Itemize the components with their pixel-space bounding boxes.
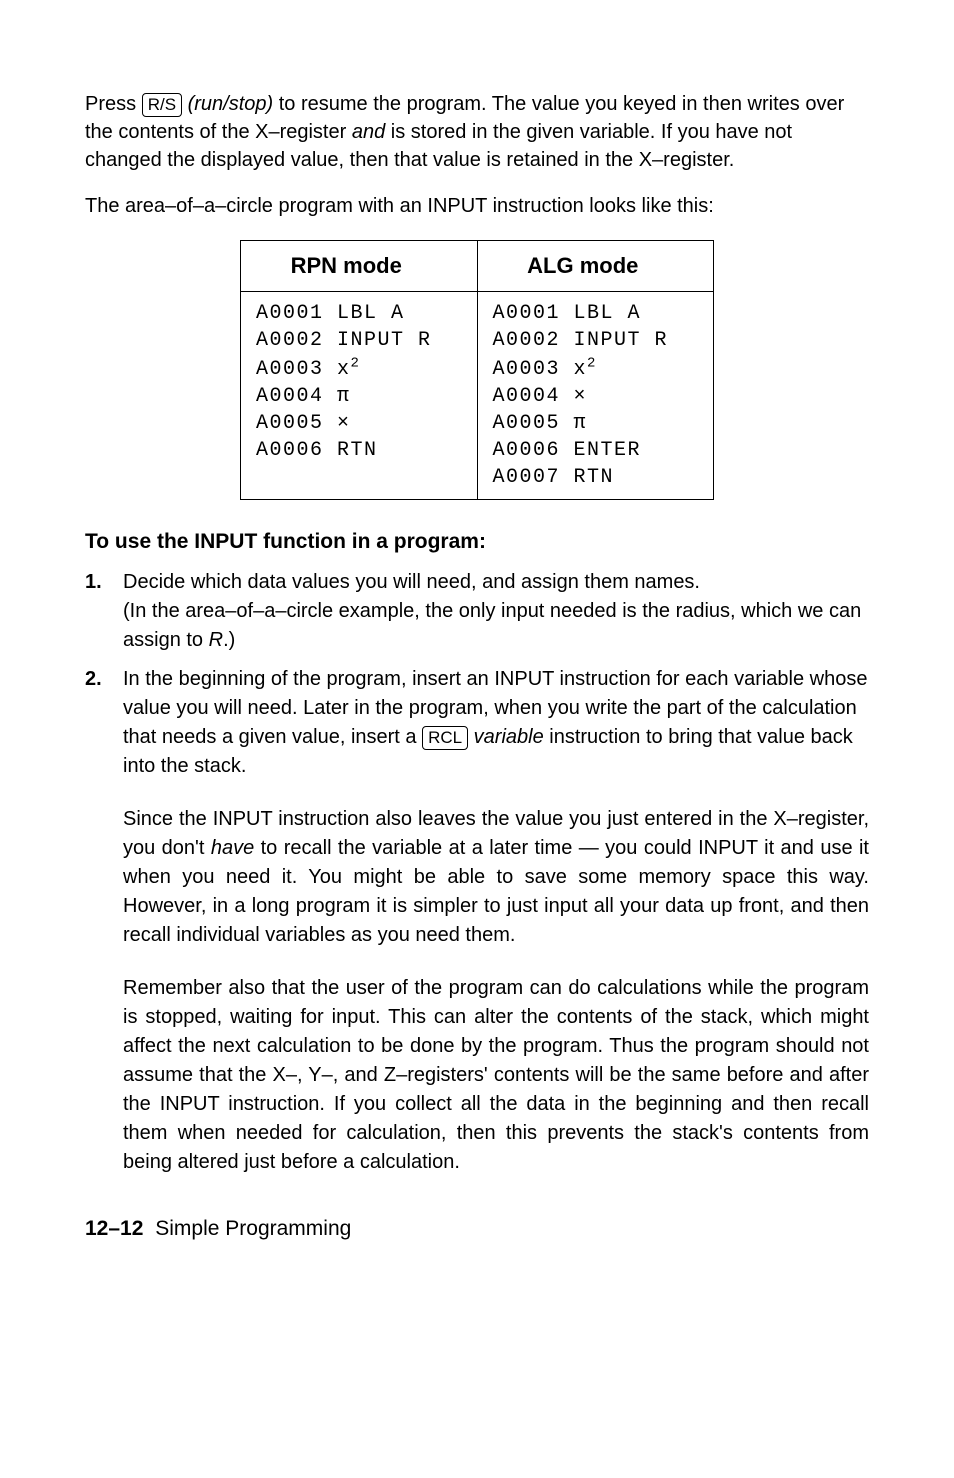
page-footer: 12–12 Simple Programming (85, 1217, 869, 1241)
list-item: Decide which data values you will need, … (85, 568, 869, 655)
code-line: A0005 × (256, 412, 351, 435)
text: (run/stop) (188, 93, 274, 115)
paragraph: Since the INPUT instruction also leaves … (123, 805, 869, 950)
code-line: A0003 x (256, 358, 351, 381)
text: variable (468, 726, 544, 748)
table-cell-alg: A0001 LBL A A0002 INPUT R A0003 x2 A0004… (477, 292, 714, 500)
code-line: A0006 ENTER (493, 439, 642, 462)
text: Press (85, 93, 142, 115)
code-line: A0005 π (493, 412, 588, 435)
code-line: A0006 RTN (256, 439, 378, 462)
table-head-alg: ALG mode (477, 241, 714, 292)
code-line: A0004 × (493, 385, 588, 408)
program-table: RPN mode ALG mode A0001 LBL A A0002 INPU… (240, 240, 714, 500)
paragraph-2: The area–of–a–circle program with an INP… (85, 192, 869, 220)
code-line: A0001 LBL A (493, 302, 642, 325)
code-line: A0001 LBL A (256, 302, 405, 325)
page-number: 12–12 (85, 1217, 143, 1240)
paragraph: Remember also that the user of the progr… (123, 974, 869, 1177)
text: have (211, 837, 254, 859)
text: .) (223, 629, 235, 651)
code-line: A0002 INPUT R (256, 329, 432, 352)
superscript: 2 (350, 355, 360, 371)
table-cell-rpn: A0001 LBL A A0002 INPUT R A0003 x2 A0004… (240, 292, 477, 500)
paragraph-1: Press R/S (run/stop) to resume the progr… (85, 90, 869, 174)
text: and (352, 121, 385, 143)
footer-title: Simple Programming (155, 1217, 351, 1240)
text: R (209, 629, 223, 651)
code-line: A0003 x (493, 358, 588, 381)
rs-key-icon: R/S (142, 93, 182, 117)
text: Decide which data values you will need, … (123, 571, 700, 593)
code-line: A0004 π (256, 385, 351, 408)
superscript: 2 (587, 355, 597, 371)
section-heading: To use the INPUT function in a program: (85, 530, 869, 554)
rcl-key-icon: RCL (422, 726, 468, 750)
instruction-list: Decide which data values you will need, … (85, 568, 869, 1177)
table-head-rpn: RPN mode (240, 241, 477, 292)
code-line: A0007 RTN (493, 466, 615, 489)
list-item: In the beginning of the program, insert … (85, 665, 869, 1177)
code-line: A0002 INPUT R (493, 329, 669, 352)
